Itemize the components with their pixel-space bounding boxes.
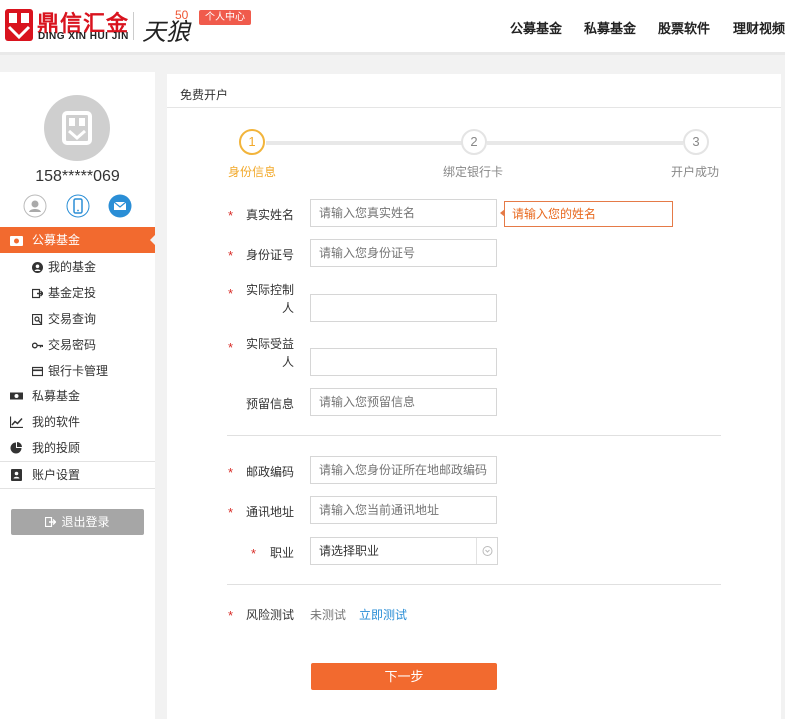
start-risk-test-link[interactable]: 立即测试 — [359, 606, 407, 623]
required-mark: * — [228, 248, 234, 263]
section-divider — [227, 435, 721, 436]
step-1-label: 身份信息 — [228, 165, 277, 179]
line-chart-icon — [10, 416, 23, 428]
risk-test-status: 未测试 — [310, 608, 347, 622]
personal-center-badge[interactable]: 个人中心 — [199, 10, 251, 25]
sidebar-item-label: 公募基金 — [32, 233, 81, 247]
brand-logo-icon[interactable] — [4, 8, 34, 42]
sidebar-item-trade-query[interactable]: 交易查询 — [0, 306, 155, 332]
sidebar-item-label: 账户设置 — [32, 468, 81, 482]
step-2-circle: 2 — [461, 129, 487, 155]
sidebar-item-account-settings[interactable]: 账户设置 — [0, 462, 155, 488]
product-version-badge: 50 — [175, 8, 189, 22]
avatar[interactable] — [44, 95, 110, 161]
active-indicator — [150, 234, 156, 246]
nav-public-fund[interactable]: 公募基金 — [510, 18, 562, 37]
mobile-icon[interactable] — [66, 194, 90, 218]
user-phone: 158*****069 — [35, 168, 120, 185]
step-1-circle: 1 — [239, 129, 265, 155]
user-circle-icon — [32, 262, 43, 273]
sidebar-item-public-fund[interactable]: 公募基金 — [0, 227, 156, 253]
sidebar-item-fund-auto-invest[interactable]: 基金定投 — [0, 280, 155, 306]
actual-beneficiary-label: 实际受益人 — [245, 337, 294, 369]
nav-wealth-video[interactable]: 理财视频 — [733, 18, 785, 37]
sidebar: 158*****069 公募基金 我的基金 基金定投 交易查询 交易密码 银行卡… — [0, 72, 156, 719]
actual-beneficiary-input[interactable] — [310, 348, 497, 376]
reserved-info-label: 预留信息 — [245, 397, 294, 411]
sidebar-item-label: 基金定投 — [48, 286, 97, 300]
logout-button[interactable]: 退出登录 — [11, 509, 144, 535]
avatar-logo-icon — [62, 111, 92, 145]
actual-controller-input[interactable] — [310, 294, 497, 322]
select-toggle[interactable] — [476, 538, 497, 564]
step-3-circle: 3 — [683, 129, 709, 155]
step-3-label: 开户成功 — [671, 165, 720, 179]
mail-icon[interactable] — [108, 194, 132, 218]
next-step-button[interactable]: 下一步 — [311, 663, 497, 690]
header-underline — [0, 52, 785, 55]
occupation-select[interactable]: 请选择职业 — [310, 537, 498, 565]
menu-divider — [0, 488, 155, 489]
id-number-label: 身份证号 — [245, 248, 294, 262]
logout-icon — [45, 516, 57, 528]
sidebar-item-my-fund[interactable]: 我的基金 — [0, 254, 155, 280]
id-card-icon — [11, 469, 22, 481]
reserved-info-input[interactable] — [310, 388, 497, 416]
required-mark: * — [228, 340, 234, 355]
account-opening-panel: 免费开户 1 2 3 身份信息 绑定银行卡 开户成功 * 真实姓名 请输入您的姓… — [167, 74, 781, 719]
required-mark: * — [228, 608, 234, 623]
required-mark: * — [228, 465, 234, 480]
pie-chart-icon — [10, 442, 22, 454]
nav-private-fund[interactable]: 私募基金 — [584, 18, 636, 37]
postal-code-label: 邮政编码 — [245, 465, 294, 479]
real-name-error-tip: 请输入您的姓名 — [504, 201, 673, 227]
occupation-value: 请选择职业 — [319, 544, 380, 558]
address-label: 通讯地址 — [245, 505, 294, 519]
money-icon — [10, 392, 23, 400]
id-number-input[interactable] — [310, 239, 497, 267]
risk-test-label: 风险测试 — [245, 608, 294, 622]
required-mark: * — [228, 505, 234, 520]
section-divider — [227, 584, 721, 585]
sidebar-item-label: 交易密码 — [48, 338, 97, 352]
brand-name-en: DING XIN HUI JIN — [38, 31, 129, 42]
sidebar-item-label: 我的基金 — [48, 260, 97, 274]
card-icon — [32, 366, 43, 377]
step-2-label: 绑定银行卡 — [443, 165, 504, 179]
sidebar-item-label: 我的投顾 — [32, 441, 81, 455]
sidebar-item-private-fund[interactable]: 私募基金 — [0, 383, 155, 409]
step-track-1 — [266, 141, 462, 145]
sidebar-item-my-advisor[interactable]: 我的投顾 — [0, 435, 155, 461]
sidebar-item-bank-card[interactable]: 银行卡管理 — [0, 358, 155, 384]
top-header: 鼎信汇金 DING XIN HUI JIN 天狼 50 个人中心 公募基金 私募… — [0, 0, 785, 52]
sidebar-item-label: 银行卡管理 — [48, 364, 109, 378]
sidebar-item-label: 交易查询 — [48, 312, 97, 326]
occupation-label: 职业 — [269, 546, 294, 560]
breadcrumb: 免费开户 — [180, 88, 229, 102]
key-icon — [32, 342, 43, 349]
chevron-down-icon — [482, 546, 493, 556]
nav-stock-software[interactable]: 股票软件 — [658, 18, 710, 37]
sidebar-item-trade-password[interactable]: 交易密码 — [0, 332, 155, 358]
camera-icon — [10, 236, 23, 246]
search-doc-icon — [32, 314, 43, 325]
breadcrumb-divider — [167, 107, 781, 108]
postal-code-input[interactable] — [310, 456, 497, 484]
real-name-label: 真实姓名 — [245, 208, 294, 222]
user-icon[interactable] — [23, 194, 47, 218]
sidebar-item-label: 私募基金 — [32, 389, 81, 403]
logout-label: 退出登录 — [61, 515, 110, 529]
logo-divider — [133, 12, 134, 40]
step-track-2 — [487, 141, 683, 145]
required-mark: * — [228, 286, 234, 301]
required-mark: * — [228, 208, 234, 223]
share-icon — [32, 288, 43, 299]
actual-controller-label: 实际控制人 — [245, 283, 294, 315]
address-input[interactable] — [310, 496, 497, 524]
sidebar-item-my-software[interactable]: 我的软件 — [0, 409, 155, 435]
sidebar-item-label: 我的软件 — [32, 415, 81, 429]
real-name-input[interactable] — [310, 199, 497, 227]
